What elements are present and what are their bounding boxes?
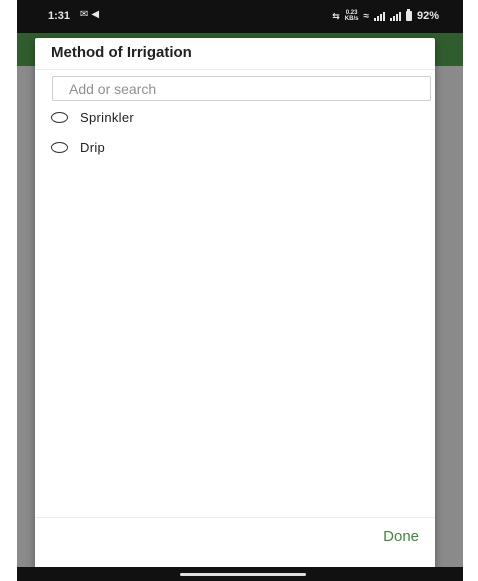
irrigation-method-dialog: Method of Irrigation Sprinkler Drip Done [35,38,435,570]
option-label: Sprinkler [80,109,134,125]
status-time: 1:31 [48,10,71,22]
title-divider [35,69,435,70]
battery-icon [405,9,412,21]
search-input[interactable] [52,76,431,101]
wifi-icon: ≈ [363,10,369,22]
status-right-group: ⇆ 0.23 KB/s ≈ 92% [332,9,439,22]
footer-divider [35,517,435,518]
dialog-title: Method of Irrigation [51,44,192,61]
signal-icon-1 [373,11,385,21]
navigation-bar [17,567,463,581]
battery-level: 92% [416,10,439,22]
option-label: Drip [80,139,106,155]
radio-button-icon[interactable] [51,141,68,153]
send-icon: ◀ [91,9,103,20]
radio-button-icon[interactable] [51,111,68,123]
notification-icons: ✉◀ [80,9,102,20]
home-indicator[interactable] [180,573,306,576]
option-drip[interactable]: Drip [51,137,105,157]
data-speed-indicator: 0.23 KB/s [345,10,359,22]
data-speed-unit: KB/s [344,16,359,22]
signal-icon-2 [389,11,401,21]
mail-icon: ✉ [80,9,92,20]
status-bar: 1:31 ✉◀ ⇆ 0.23 KB/s ≈ 92% [17,0,463,33]
network-icon: ⇆ [332,10,340,21]
option-sprinkler[interactable]: Sprinkler [51,107,134,127]
done-button[interactable]: Done [379,522,423,550]
phone-screen: 1:31 ✉◀ ⇆ 0.23 KB/s ≈ 92% Method of Irri… [17,0,463,581]
